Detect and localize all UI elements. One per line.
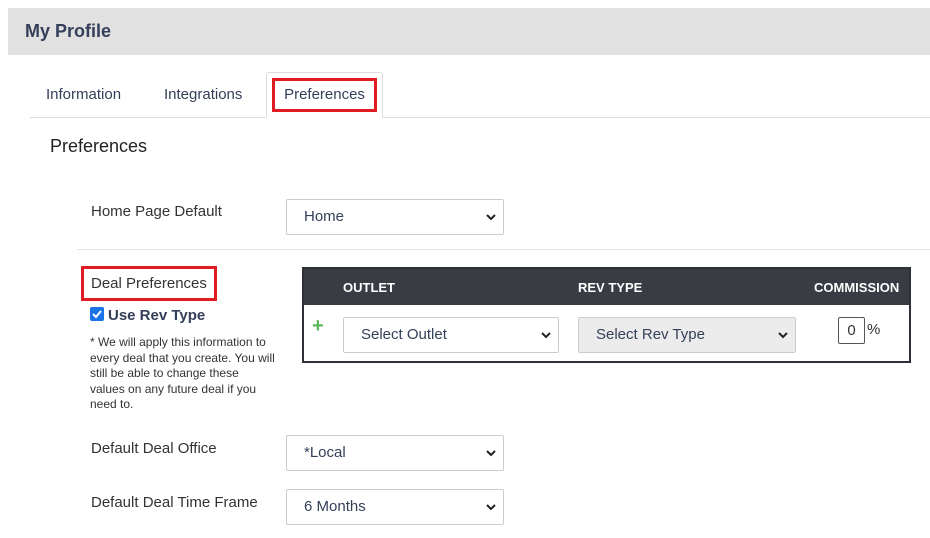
add-row-plus-icon[interactable]: +: [312, 315, 324, 338]
use-rev-type-label: Use Rev Type: [108, 307, 206, 324]
outlet-header: OUTLET: [343, 280, 395, 295]
tab-integrations[interactable]: Integrations: [164, 72, 242, 118]
profile-tabs: Information Integrations Preferences: [30, 72, 930, 118]
outlet-select[interactable]: Select Outlet: [343, 317, 559, 353]
tab-preferences[interactable]: Preferences: [266, 72, 383, 118]
rev-type-header: REV TYPE: [578, 280, 643, 295]
rev-type-select-value: Select Rev Type: [596, 326, 705, 343]
deal-preferences-highlight: Deal Preferences: [81, 266, 217, 301]
chevron-down-icon: [486, 504, 496, 511]
divider: [77, 249, 930, 250]
deal-preferences-table: OUTLET REV TYPE COMMISSION + Select Outl…: [302, 267, 911, 363]
commission-unit: %: [867, 321, 881, 338]
default-deal-time-frame-select[interactable]: 6 Months: [286, 489, 504, 525]
tab-information[interactable]: Information: [46, 72, 121, 118]
profile-header: My Profile: [8, 8, 930, 55]
chevron-down-icon: [541, 332, 551, 339]
deal-preferences-label: Deal Preferences: [91, 275, 207, 292]
deal-preferences-note: * We will apply this information to ever…: [90, 335, 275, 411]
commission-input[interactable]: 0: [838, 317, 865, 344]
chevron-down-icon: [486, 450, 496, 457]
commission-header: COMMISSION: [814, 280, 900, 295]
outlet-select-value: Select Outlet: [361, 326, 447, 343]
default-deal-time-frame-label: Default Deal Time Frame: [91, 494, 258, 511]
home-page-default-label: Home Page Default: [91, 203, 222, 220]
home-page-default-value: Home: [304, 208, 345, 225]
use-rev-type-checkbox[interactable]: [90, 307, 104, 321]
tab-preferences-label: Preferences: [272, 78, 377, 112]
default-deal-office-select[interactable]: *Local: [286, 435, 504, 471]
section-title: Preferences: [50, 136, 148, 156]
chevron-down-icon: [778, 332, 788, 339]
chevron-down-icon: [486, 214, 496, 221]
default-deal-office-value: *Local: [304, 444, 346, 461]
home-page-default-select[interactable]: Home: [286, 199, 504, 235]
default-deal-time-frame-value: 6 Months: [304, 498, 366, 515]
check-icon: [92, 310, 102, 319]
default-deal-office-label: Default Deal Office: [91, 440, 217, 457]
page-title: My Profile: [25, 21, 112, 41]
rev-type-select[interactable]: Select Rev Type: [578, 317, 796, 353]
table-header: OUTLET REV TYPE COMMISSION: [304, 269, 909, 305]
